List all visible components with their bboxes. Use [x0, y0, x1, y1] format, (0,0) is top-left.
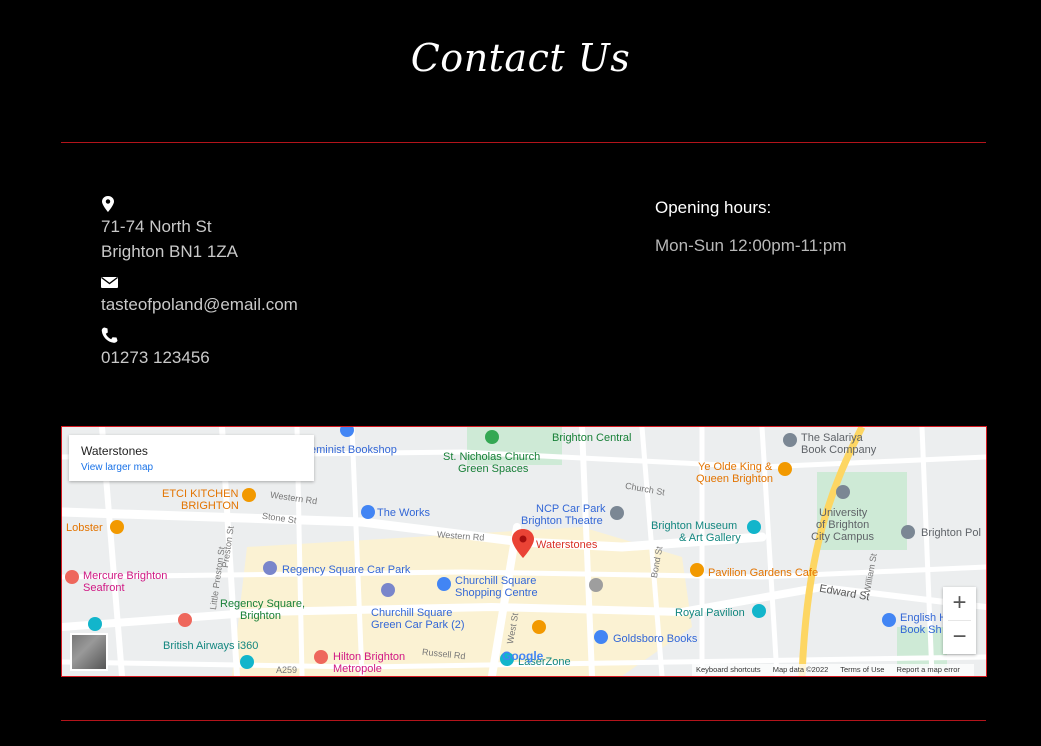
map-label-churchill-car-1[interactable]: Churchill Square [371, 607, 452, 619]
map-label-ncp-2[interactable]: Brighton Theatre [521, 515, 603, 527]
map-label-university-3[interactable]: City Campus [811, 531, 874, 543]
contact-details: 71-74 North St Brighton BN1 1ZA tasteofp… [101, 196, 298, 380]
phone-icon [101, 327, 118, 343]
map-label-regency-sq-1[interactable]: Regency Square, [220, 598, 305, 610]
address-line-1: 71-74 North St [101, 217, 212, 236]
top-divider [61, 142, 986, 143]
map-label-bookshop[interactable]: eminist Bookshop [310, 444, 397, 456]
phone-number[interactable]: 01273 123456 [101, 345, 298, 370]
map-label-salariya-2[interactable]: Book Company [801, 444, 876, 456]
map-label-regency-car-park[interactable]: Regency Square Car Park [282, 564, 410, 576]
map-label-goldsboro[interactable]: Goldsboro Books [613, 633, 697, 645]
map-info-card: Waterstones View larger map [69, 435, 314, 481]
map-place-name: Waterstones [81, 444, 148, 458]
terms-of-use-link[interactable]: Terms of Use [840, 665, 884, 674]
map-label-mercure-1[interactable]: Mercure Brighton [83, 570, 167, 582]
map-label-ye-olde-1[interactable]: Ye Olde King & [698, 461, 772, 473]
map-marker-icon [102, 196, 114, 212]
bottom-divider [61, 720, 986, 721]
map-label-churchill-car-2[interactable]: Green Car Park (2) [371, 619, 465, 631]
satellite-toggle-thumbnail[interactable] [70, 633, 108, 671]
map-label-hilton-1[interactable]: Hilton Brighton [333, 651, 405, 663]
envelope-icon [101, 276, 118, 288]
map-label-english-1[interactable]: English H [900, 612, 947, 624]
map-label-mercure-2[interactable]: Seafront [83, 582, 125, 594]
map-label-etci-2[interactable]: BRIGHTON [181, 500, 239, 512]
map-label-english-2[interactable]: Book Sh [900, 624, 942, 636]
map-label-museum-1[interactable]: Brighton Museum [651, 520, 737, 532]
zoom-out-button[interactable]: − [943, 621, 976, 654]
opening-hours-value: Mon-Sun 12:00pm-11:pm [655, 236, 847, 255]
map-label-salariya-1[interactable]: The Salariya [801, 432, 863, 444]
map-label-ncp-1[interactable]: NCP Car Park [536, 503, 605, 515]
map-label-the-works[interactable]: The Works [377, 507, 430, 519]
zoom-in-button[interactable]: + [943, 587, 976, 620]
map-label-st-nicholas-1[interactable]: St. Nicholas Church [443, 451, 540, 463]
report-map-error-link[interactable]: Report a map error [897, 665, 960, 674]
map-data-text: Map data ©2022 [772, 665, 829, 674]
map-label-british-airways[interactable]: British Airways i360 [163, 640, 258, 652]
google-map[interactable]: eminist Bookshop St. Nicholas Church Gre… [61, 426, 987, 677]
email-address[interactable]: tasteofpoland@email.com [101, 292, 298, 317]
map-label-ye-olde-2[interactable]: Queen Brighton [696, 473, 773, 485]
page-title: Contact Us [410, 36, 631, 80]
map-label-pavilion-gardens[interactable]: Pavilion Gardens Cafe [708, 567, 818, 579]
map-label-st-nicholas-2[interactable]: Green Spaces [458, 463, 528, 475]
map-label-etci-1[interactable]: ETCI KITCHEN [162, 488, 238, 500]
opening-hours-label: Opening hours: [655, 198, 772, 217]
map-label-brighton-pol[interactable]: Brighton Pol [921, 527, 981, 539]
map-label-churchill-2[interactable]: Shopping Centre [455, 587, 538, 599]
phone-block: 01273 123456 [101, 327, 298, 370]
email-block: tasteofpoland@email.com [101, 274, 298, 317]
map-label-brighton-central[interactable]: Brighton Central [552, 432, 632, 444]
map-label-lobster[interactable]: Lobster [66, 522, 103, 534]
map-label-regency-sq-2[interactable]: Brighton [240, 610, 281, 622]
map-label-waterstones[interactable]: Waterstones [536, 539, 597, 551]
map-label-hilton-2[interactable]: Metropole [333, 663, 382, 675]
map-label-university-1[interactable]: University [819, 507, 867, 519]
map-label-university-2[interactable]: of Brighton [816, 519, 869, 531]
map-road-a259: A259 [276, 665, 298, 675]
map-zoom-controls: + − [943, 587, 976, 654]
map-attribution: Keyboard shortcuts Map data ©2022 Terms … [692, 664, 974, 676]
keyboard-shortcuts-link[interactable]: Keyboard shortcuts [696, 665, 761, 674]
view-larger-map-link[interactable]: View larger map [81, 462, 153, 473]
map-label-churchill-1[interactable]: Churchill Square [455, 575, 536, 587]
map-label-museum-2[interactable]: & Art Gallery [679, 532, 741, 544]
address-block: 71-74 North St Brighton BN1 1ZA [101, 196, 298, 264]
address-line-2: Brighton BN1 1ZA [101, 242, 239, 261]
google-logo: Google [502, 649, 544, 663]
opening-hours: Opening hours: Mon-Sun 12:00pm-11:pm [655, 198, 847, 256]
map-label-royal-pavilion[interactable]: Royal Pavilion [675, 607, 745, 619]
